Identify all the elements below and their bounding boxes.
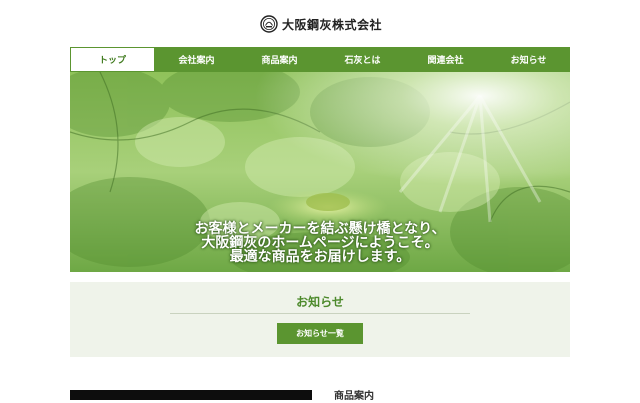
- main-nav: トップ 会社案内 商品案内 石灰とは 関連会社 お知らせ: [70, 47, 570, 72]
- product-image: [70, 390, 312, 400]
- nav-item-label: 関連会社: [427, 56, 464, 66]
- hero-line: 最適な商品をお届けします。: [229, 249, 411, 265]
- company-logo-icon: [260, 15, 278, 33]
- nav-item-label: 石灰とは: [344, 56, 381, 66]
- nav-item-lime[interactable]: 石灰とは: [321, 47, 404, 72]
- site-header: 大阪鋼灰株式会社: [0, 0, 640, 47]
- nav-item-news[interactable]: お知らせ: [487, 47, 570, 72]
- nav-item-label: トップ: [98, 56, 126, 66]
- nav-item-top[interactable]: トップ: [70, 47, 155, 72]
- nav-item-label: お知らせ: [510, 56, 547, 66]
- nav-item-company[interactable]: 会社案内: [155, 47, 238, 72]
- hero-message: お客様とメーカーを結ぶ懸け橋となり、 大阪鋼灰のホームページにようこそ。 最適な…: [70, 222, 570, 264]
- news-divider: [170, 313, 470, 314]
- nav-item-affiliates[interactable]: 関連会社: [404, 47, 487, 72]
- news-section: お知らせ お知らせ一覧: [70, 282, 570, 357]
- nav-item-label: 商品案内: [261, 56, 298, 66]
- site-logo[interactable]: 大阪鋼灰株式会社: [260, 15, 382, 33]
- hero-banner: お客様とメーカーを結ぶ懸け橋となり、 大阪鋼灰のホームページにようこそ。 最適な…: [70, 72, 570, 272]
- news-title: お知らせ: [296, 295, 344, 309]
- products-heading: 商品案内: [334, 391, 374, 402]
- nav-item-label: 会社案内: [178, 56, 215, 66]
- hero-line: お客様とメーカーを結ぶ懸け橋となり、: [194, 221, 446, 237]
- company-name: 大阪鋼灰株式会社: [282, 17, 383, 32]
- hero-line: 大阪鋼灰のホームページにようこそ。: [201, 235, 439, 251]
- nav-item-products[interactable]: 商品案内: [238, 47, 321, 72]
- news-list-button[interactable]: お知らせ一覧: [277, 323, 363, 344]
